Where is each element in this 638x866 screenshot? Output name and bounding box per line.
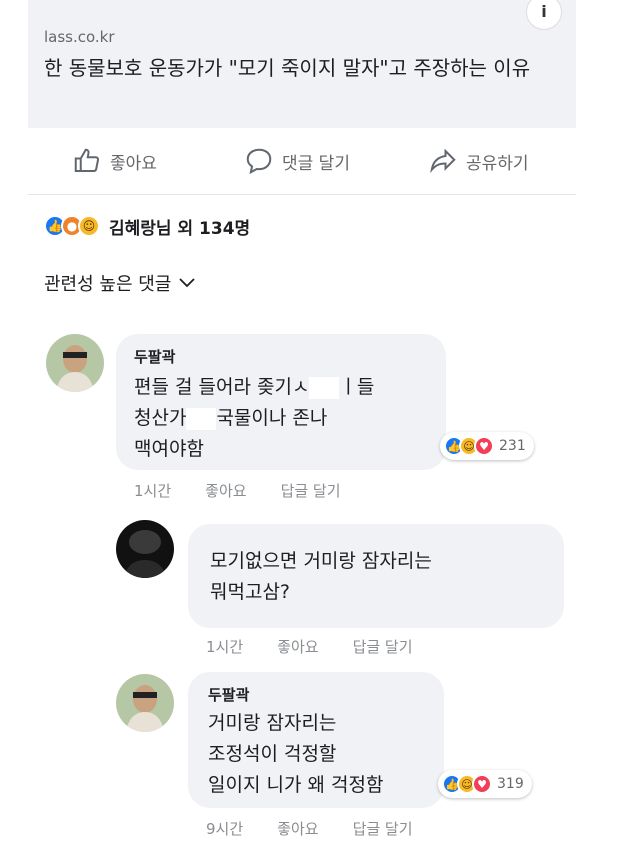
comment-button[interactable]: 댓글 달기 (244, 128, 350, 194)
comment-time: 1시간 (134, 482, 172, 500)
comment-author[interactable]: 두팔곽 (134, 346, 175, 367)
like-label: 좋아요 (110, 153, 157, 174)
avatar[interactable] (116, 520, 174, 578)
comment-sort-dropdown[interactable]: 관련성 높은 댓글 (44, 270, 196, 296)
comment-like-link[interactable]: 좋아요 (205, 480, 246, 501)
reaction-count: 231 (499, 438, 526, 454)
comment-line: 거미랑 잠자리는 (208, 712, 337, 734)
info-button[interactable]: i (526, 0, 562, 30)
comment-meta: 1시간 좋아요 답글 달기 (206, 636, 413, 657)
share-arrow-icon (430, 148, 456, 174)
comment-line: 조정석이 걱정할 (208, 743, 337, 765)
comment-meta: 1시간 좋아요 답글 달기 (134, 480, 341, 501)
sort-label: 관련성 높은 댓글 (44, 274, 172, 295)
link-preview-card[interactable]: lass.co.kr 한 동물보호 운동가가 "모기 죽이지 말자"고 주장하는… (28, 0, 576, 128)
avatar-photo (46, 334, 104, 392)
speech-bubble-icon (246, 148, 272, 175)
link-title[interactable]: 한 동물보호 운동가가 "모기 죽이지 말자"고 주장하는 이유 (44, 54, 564, 83)
censor-block (186, 407, 217, 430)
chevron-down-icon (179, 278, 196, 288)
comment-like-link[interactable]: 좋아요 (277, 636, 318, 657)
comment-author[interactable]: 두팔곽 (208, 684, 249, 705)
comment-time: 9시간 (206, 820, 244, 838)
comment-meta: 9시간 좋아요 답글 달기 (206, 818, 413, 839)
reactions-summary-text: 김혜랑님 외 134명 (109, 218, 251, 239)
heart-reaction-icon: ♥ (474, 436, 494, 456)
comment-reactions[interactable]: 👍 ☺ ♥ 231 (440, 432, 534, 460)
comment-like-link[interactable]: 좋아요 (277, 818, 318, 839)
comment-text: 모기없으면 거미랑 잠자리는 뭐먹고삼? (210, 546, 550, 608)
comment-reactions[interactable]: 👍 ☺ ♥ 319 (438, 770, 532, 798)
comment-bubble: 모기없으면 거미랑 잠자리는 뭐먹고삼? (188, 524, 564, 628)
comment-reply-link[interactable]: 답글 달기 (353, 818, 413, 839)
avatar-photo (116, 674, 174, 732)
share-label: 공유하기 (466, 153, 529, 174)
reactions-summary[interactable]: 👍 ● ☺ 김혜랑님 외 134명 (44, 212, 250, 240)
censor-block (309, 376, 340, 399)
comment-bubble: 두팔곽 편들 걸 들어라 좆기ㅅ ㅣ들 청산가 국물이나 존나 맥여야함 (116, 334, 446, 470)
reaction-count: 319 (497, 776, 524, 792)
comment-line: 뭐먹고삼? (210, 581, 291, 603)
comment-label: 댓글 달기 (282, 153, 350, 174)
link-domain: lass.co.kr (44, 28, 115, 46)
avatar[interactable] (46, 334, 104, 392)
avatar-photo (116, 520, 174, 578)
heart-reaction-icon: ♥ (472, 774, 492, 794)
comment-line: 일이지 니가 왜 걱정함 (208, 774, 384, 796)
comment-text: 편들 걸 들어라 좆기ㅅ ㅣ들 청산가 국물이나 존나 맥여야함 (134, 372, 434, 465)
share-button[interactable]: 공유하기 (428, 128, 529, 194)
like-button[interactable]: 좋아요 (72, 128, 157, 194)
thumbs-up-icon (74, 148, 100, 172)
comment-reply-link[interactable]: 답글 달기 (281, 480, 341, 501)
comment-line: 편들 걸 들어라 좆기ㅅ ㅣ들 (134, 376, 375, 399)
comment-time: 1시간 (206, 638, 244, 656)
comment-reply-link[interactable]: 답글 달기 (353, 636, 413, 657)
comment-line: 청산가 국물이나 존나 (134, 407, 328, 430)
comment-line: 모기없으면 거미랑 잠자리는 (210, 550, 432, 572)
comment-text: 거미랑 잠자리는 조정석이 걱정할 일이지 니가 왜 걱정함 (208, 708, 448, 801)
comment-bubble: 두팔곽 거미랑 잠자리는 조정석이 걱정할 일이지 니가 왜 걱정함 (188, 672, 444, 808)
comment-line: 맥여야함 (134, 438, 204, 460)
post-action-bar: 좋아요 댓글 달기 공유하기 (28, 128, 576, 195)
avatar[interactable] (116, 674, 174, 732)
haha-reaction-icon: ☺ (78, 215, 100, 237)
